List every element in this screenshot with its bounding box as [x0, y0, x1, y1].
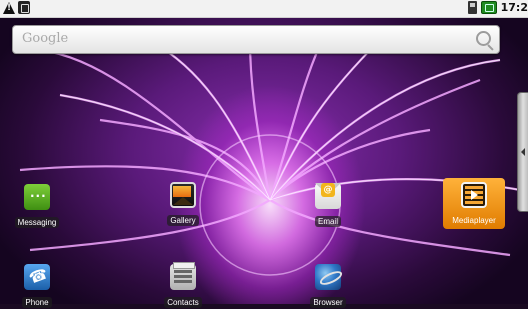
search-placeholder: Google: [22, 31, 69, 46]
shortcut-label: Phone: [22, 297, 52, 308]
app-drawer-handle[interactable]: [517, 92, 528, 212]
shortcut-gallery[interactable]: Gallery: [153, 182, 213, 227]
search-bar[interactable]: Google: [12, 25, 500, 54]
shortcut-mediaplayer[interactable]: Mediaplayer: [443, 178, 505, 229]
messaging-icon: [24, 184, 50, 210]
shortcut-label: Mediaplayer: [452, 216, 496, 225]
clock: 17:2: [500, 1, 528, 14]
phone-icon: [24, 264, 50, 290]
shortcut-label: Email: [314, 216, 341, 227]
email-icon: [315, 183, 341, 209]
status-bar: 17:2: [0, 0, 528, 18]
selection-highlight: Mediaplayer: [443, 178, 505, 229]
shortcut-browser[interactable]: Browser: [298, 264, 358, 309]
contacts-icon: [170, 262, 196, 290]
shortcut-label: Browser: [310, 297, 346, 308]
search-icon[interactable]: [476, 31, 491, 46]
warning-icon: [3, 1, 15, 14]
usb-icon: [18, 1, 30, 14]
media-icon: [460, 182, 487, 208]
gallery-icon: [170, 182, 196, 208]
status-right: 17:2: [467, 1, 528, 14]
battery-icon: [480, 1, 497, 14]
sdcard-icon: [467, 1, 477, 14]
shortcut-phone[interactable]: Phone: [7, 264, 67, 309]
shortcut-messaging[interactable]: Messaging: [7, 184, 67, 229]
shortcut-email[interactable]: Email: [298, 183, 358, 228]
shortcut-label: Gallery: [167, 215, 199, 226]
shortcut-label: Messaging: [14, 217, 60, 228]
shortcut-contacts[interactable]: Contacts: [153, 262, 213, 309]
status-left: [3, 1, 30, 14]
shortcut-label: Contacts: [164, 297, 202, 308]
browser-icon: [315, 264, 341, 290]
